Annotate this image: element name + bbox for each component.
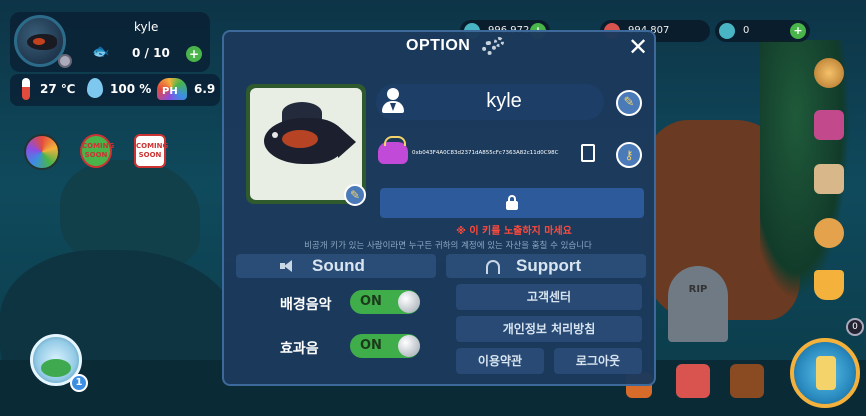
tank-count-badge: 1 [70,374,88,392]
water-drop-icon [87,78,103,98]
gears-icon [482,37,506,57]
add-shell-button[interactable]: + [790,23,806,39]
food-icon[interactable] [814,58,844,88]
water-quality-value: 100 % [110,82,152,96]
wallet-icon [378,136,408,164]
quest-scroll-icon[interactable] [814,164,844,194]
privacy-policy-button[interactable]: 개인정보 처리방침 [456,316,642,342]
coming-soon-button[interactable]: COMING SOON [134,134,168,168]
modal-title: OPTION [406,37,471,54]
bgm-label: 배경음악 [280,297,332,313]
fish-icon [27,34,57,50]
wallet-address: 0xb043F4A0C83d2371dA855cFc7363A82c11d0C9… [412,150,559,156]
sfx-label: 효과음 [280,341,319,357]
toggle-knob [398,335,420,357]
bgm-toggle-state: ON [360,294,382,309]
customer-center-button[interactable]: 고객센터 [456,284,642,310]
trophy-icon[interactable] [814,270,844,300]
add-fish-button[interactable]: + [186,46,202,62]
profile-fish-image [250,88,362,200]
option-modal: OPTION ✕ ✎ kyle ✎ 0xb043F4A0C83d2371dA85… [222,30,656,386]
currency-shell: 0 + [715,20,810,42]
support-header-label: Support [516,256,582,275]
sfx-toggle[interactable]: ON [350,334,420,358]
player-name: kyle [486,90,522,112]
edit-avatar-button[interactable]: ✎ [344,184,366,206]
modal-header: OPTION ✕ [224,32,654,62]
thermometer-icon [22,78,30,100]
private-key-button[interactable]: ⚷ [616,142,642,168]
close-button[interactable]: ✕ [626,35,650,60]
color-palette-icon[interactable] [24,134,60,170]
fish-count-icon: 🐟 [92,44,110,60]
bgm-toggle[interactable]: ON [350,290,420,314]
temperature-value: 27 ℃ [40,82,76,96]
hud-username: kyle [134,20,159,34]
main-action-button[interactable] [790,338,860,408]
warning-text: 비공개 키가 있는 사람이라면 누구든 귀하의 계정에 있는 자산을 훔칠 수 … [304,241,592,251]
notification-badge: 0 [846,318,864,336]
inventory-bag-icon[interactable] [730,364,764,398]
shop-icon[interactable] [676,364,710,398]
logout-button[interactable]: 로그아웃 [554,348,642,374]
settings-gear-icon[interactable] [58,54,72,68]
fish-count: 0 / 10 [132,46,170,60]
terms-button[interactable]: 이용약관 [456,348,544,374]
sfx-toggle-state: ON [360,338,382,353]
lock-icon [506,195,518,210]
warning-title: ※ 이 키를 노출하지 마세요 [456,226,572,237]
edit-name-button[interactable]: ✎ [616,90,642,116]
toggle-knob [398,291,420,313]
tombstone[interactable]: RIP [668,266,728,342]
ph-label: PH [162,86,178,97]
sound-header-label: Sound [312,256,365,275]
friends-icon[interactable] [814,218,844,248]
shell-icon [719,23,735,39]
book-icon[interactable] [814,110,844,140]
coming-soon-button[interactable]: COMING SOON [80,134,114,168]
ph-icon: PH [157,78,187,100]
user-icon [380,88,404,116]
speaker-icon [280,260,294,272]
ph-value: 6.9 [194,82,216,96]
headset-icon [486,260,500,274]
copy-icon[interactable] [581,144,595,162]
